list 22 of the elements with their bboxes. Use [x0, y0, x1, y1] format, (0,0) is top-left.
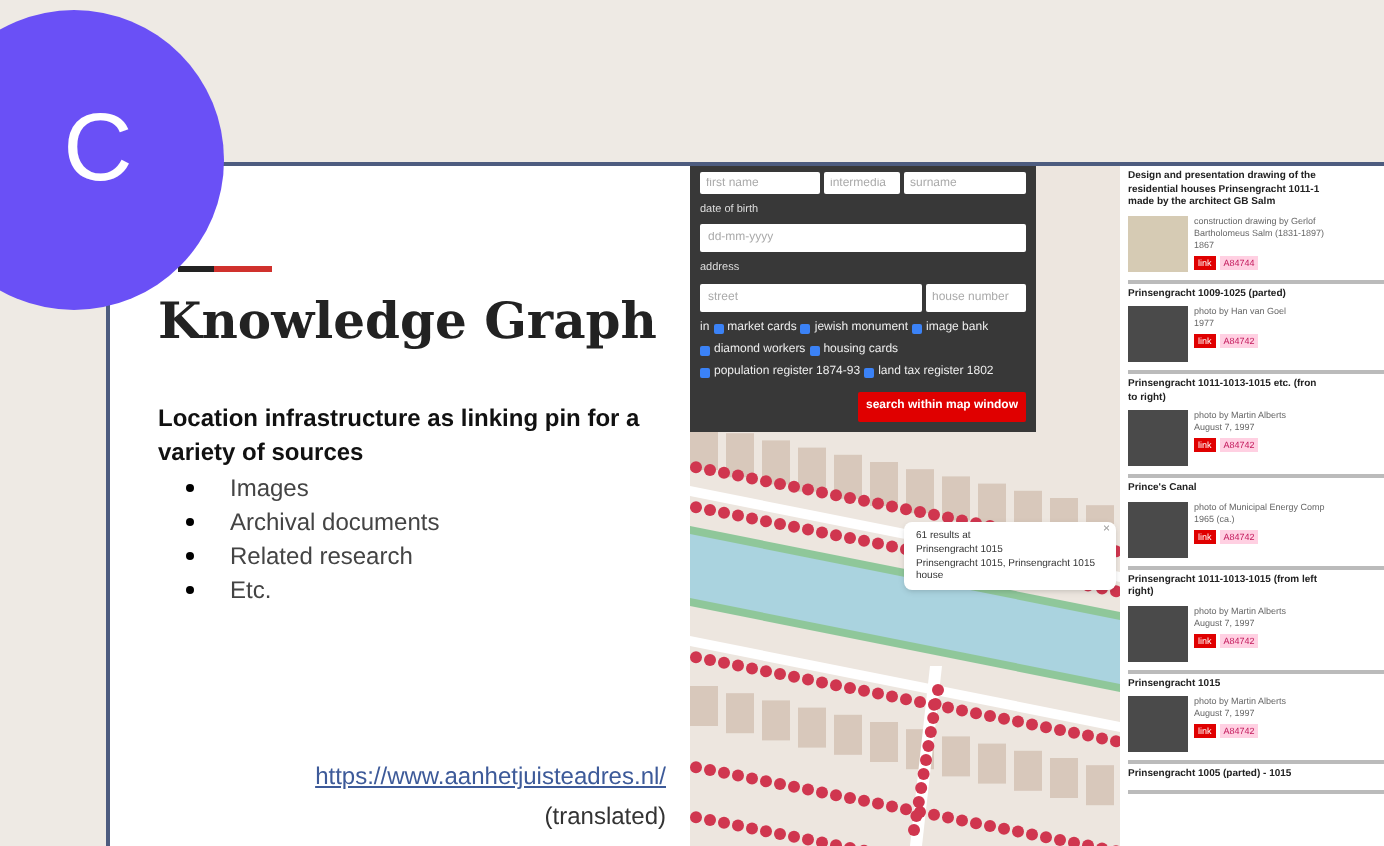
slide-subtitle: Location infrastructure as linking pin for a variety of sources [158, 402, 642, 470]
translated-note: (translated) [544, 800, 666, 834]
website-link[interactable]: https://www.aanhetjuisteadres.nl/ [315, 758, 666, 794]
checkbox[interactable] [713, 323, 724, 333]
checkbox[interactable] [700, 367, 710, 377]
drawing-placeholder [1128, 215, 1188, 271]
photo-placeholder [1128, 501, 1188, 557]
photo-placeholder [1128, 306, 1188, 362]
circle-letter: C [63, 102, 133, 198]
checkbox[interactable] [912, 323, 923, 333]
bullet-text: Etc. [230, 573, 272, 607]
slide-title: Knowledge Graph [158, 292, 659, 352]
checkbox[interactable] [700, 345, 710, 355]
bullet-text: Archival documents [230, 505, 440, 539]
photo-placeholder [1128, 410, 1188, 466]
checkbox[interactable] [809, 345, 820, 355]
photo-placeholder [1128, 696, 1188, 752]
photo-placeholder [1128, 605, 1188, 661]
bullet-text: Related research [230, 539, 413, 573]
checkbox[interactable] [800, 323, 811, 333]
checkbox[interactable] [864, 367, 875, 377]
bullet-text: Images [230, 471, 309, 505]
